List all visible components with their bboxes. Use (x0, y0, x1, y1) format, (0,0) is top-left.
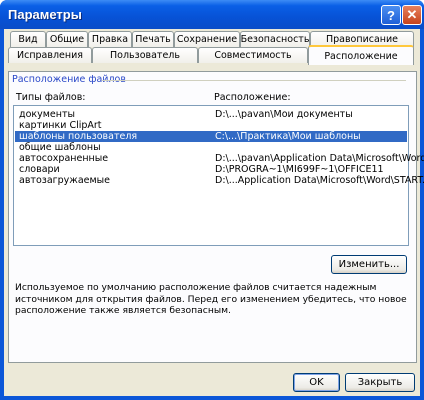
tab-edit[interactable]: Правка (88, 31, 132, 47)
tab-track-changes[interactable]: Исправления (8, 47, 92, 63)
tab-compatibility[interactable]: Совместимость (198, 47, 308, 63)
list-item[interactable]: словари D:\PROGRA~1\MI699F~1\OFFICE11 (15, 164, 407, 175)
column-header-location: Расположение: (214, 92, 291, 103)
help-icon: ? (387, 7, 395, 23)
tab-view[interactable]: Вид (10, 31, 46, 47)
close-button[interactable]: Закрыть (345, 373, 415, 392)
tab-security[interactable]: Безопасность (240, 31, 310, 47)
list-item[interactable]: картинки ClipArt (15, 120, 407, 131)
ok-button[interactable]: OK (293, 373, 340, 392)
tab-user-info[interactable]: Пользователь (92, 47, 198, 63)
file-locations-list[interactable]: документы D:\...\pavan\Мои документы кар… (13, 105, 424, 246)
column-header-file-types: Типы файлов: (16, 92, 86, 103)
list-item[interactable]: документы D:\...\pavan\Мои документы (15, 109, 407, 120)
help-button[interactable]: ? (381, 5, 401, 25)
options-dialog: Параметры ? ✕ Вид Общие Правка Печать Со… (0, 0, 424, 400)
dialog-body: Вид Общие Правка Печать Сохранение Безоп… (4, 29, 424, 396)
modify-button[interactable]: Изменить... (331, 255, 407, 274)
close-icon: ✕ (406, 7, 418, 22)
tab-file-locations[interactable]: Расположение (308, 45, 414, 65)
list-item-selected[interactable]: шаблоны пользователя C:\...\Практика\Мои… (15, 131, 407, 142)
title-bar: Параметры ? ✕ (0, 0, 424, 29)
tab-save[interactable]: Сохранение (174, 31, 240, 47)
tab-general[interactable]: Общие (46, 31, 88, 47)
list-item[interactable]: общие шаблоны (15, 142, 407, 153)
list-item[interactable]: автозагружаемые D:\...Application Data\M… (15, 175, 424, 186)
list-item[interactable]: автосохраненные D:\...\pavan\Application… (15, 153, 424, 164)
tab-print[interactable]: Печать (132, 31, 174, 47)
description-text: Используемое по умолчанию расположение ф… (15, 282, 407, 316)
section-divider (102, 80, 406, 81)
close-window-button[interactable]: ✕ (402, 5, 422, 25)
dialog-title: Параметры (8, 7, 82, 22)
